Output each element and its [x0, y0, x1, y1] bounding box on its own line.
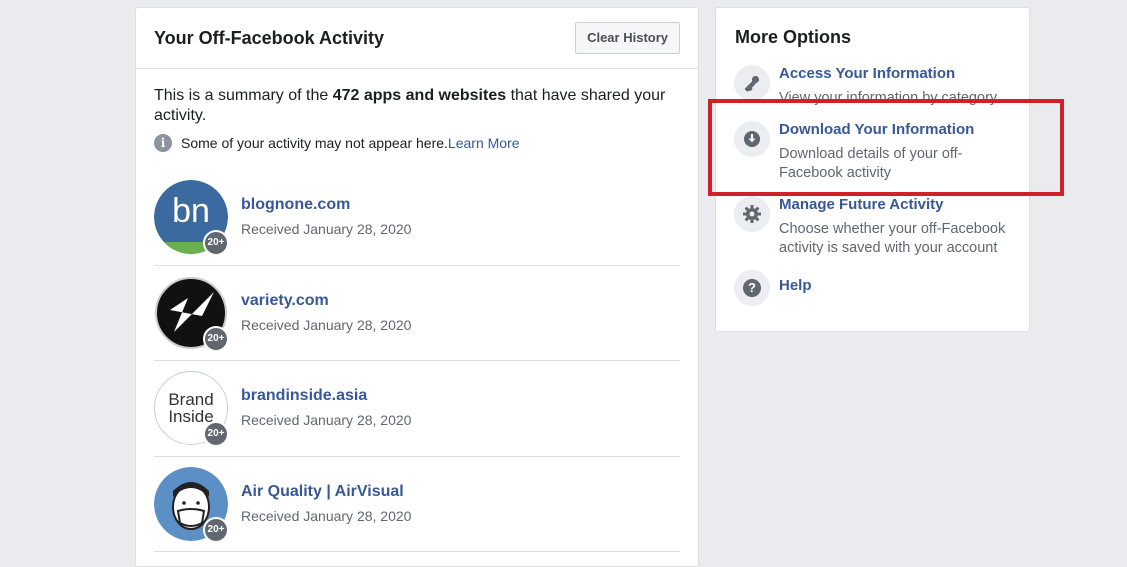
count-badge: 20+: [203, 325, 229, 352]
learn-more-link[interactable]: Learn More: [448, 135, 520, 151]
avatar-logo-text: bn: [172, 192, 210, 230]
list-item[interactable]: bn 20+ blognone.com Received January 28,…: [154, 170, 680, 266]
count-badge: 20+: [203, 230, 229, 256]
page-title: Your Off-Facebook Activity: [154, 28, 385, 48]
list-item[interactable]: 20+ variety.com Received January 28, 202…: [154, 266, 680, 361]
activity-summary: This is a summary of the 472 apps and we…: [154, 86, 674, 126]
highlight-annotation-box: [708, 99, 1064, 196]
gear-icon: [734, 196, 770, 232]
help-icon: ?: [734, 270, 770, 306]
option-title-link[interactable]: Access Your Information: [779, 65, 955, 82]
list-item[interactable]: 20+ Air Quality | AirVisual Received Jan…: [154, 457, 680, 552]
option-title-link[interactable]: Help: [779, 277, 812, 294]
note-text: Some of your activity may not appear her…: [181, 135, 448, 151]
app-name-link[interactable]: variety.com: [241, 292, 329, 310]
count-badge: 20+: [203, 421, 229, 447]
app-name-link[interactable]: blognone.com: [241, 196, 350, 214]
info-icon: i: [154, 134, 172, 152]
app-list: bn 20+ blognone.com Received January 28,…: [154, 170, 680, 552]
help-option[interactable]: ? Help: [734, 270, 1019, 306]
summary-count: 472 apps and websites: [332, 87, 507, 104]
summary-prefix: This is a summary of the: [154, 87, 333, 104]
app-received-date: Received January 28, 2020: [241, 507, 412, 524]
key-icon: [734, 65, 770, 101]
app-received-date: Received January 28, 2020: [241, 316, 412, 333]
card-header: Your Off-Facebook Activity Clear History: [136, 8, 698, 69]
option-title-link[interactable]: Manage Future Activity: [779, 196, 943, 213]
manage-future-activity-option[interactable]: Manage Future Activity Choose whether yo…: [734, 196, 1019, 266]
clear-history-button[interactable]: Clear History: [575, 22, 680, 54]
count-badge: 20+: [203, 516, 229, 543]
app-name-link[interactable]: brandinside.asia: [241, 387, 367, 405]
help-icon-glyph: ?: [743, 279, 761, 297]
app-received-date: Received January 28, 2020: [241, 221, 412, 237]
list-item[interactable]: Brand Inside 20+ brandinside.asia Receiv…: [154, 361, 680, 457]
option-description: Choose whether your off-Facebook activit…: [779, 221, 1006, 256]
off-facebook-activity-card: Your Off-Facebook Activity Clear History…: [135, 7, 699, 567]
app-received-date: Received January 28, 2020: [241, 412, 412, 428]
more-options-title: More Options: [735, 27, 851, 47]
app-name-link[interactable]: Air Quality | AirVisual: [241, 483, 404, 501]
activity-note: i Some of your activity may not appear h…: [154, 134, 520, 152]
